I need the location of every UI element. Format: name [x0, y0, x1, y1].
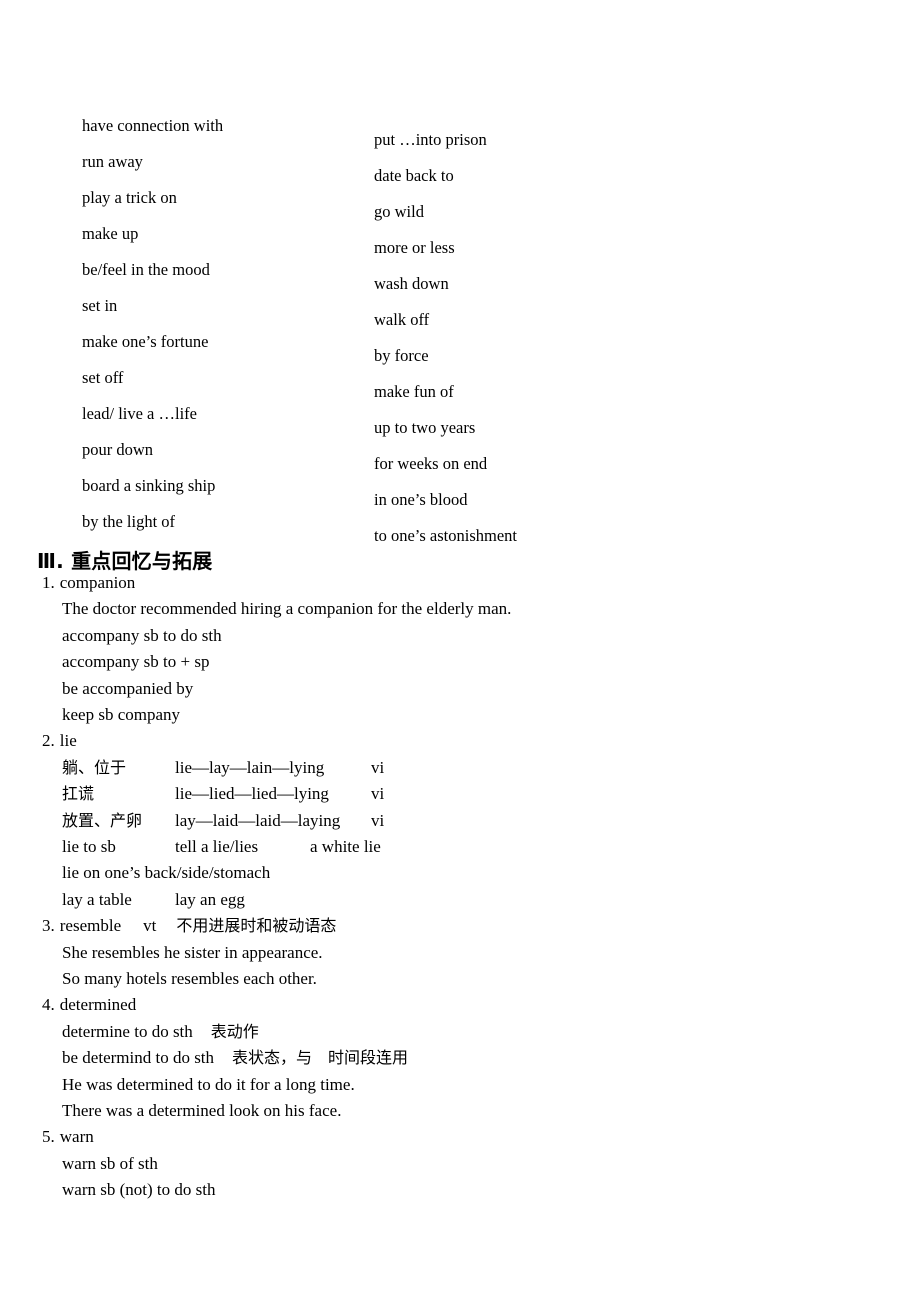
entry-lie: 2. lie 躺、位于 lie—lay—lain—lying vi 扛谎 lie—lie…	[0, 728, 920, 913]
usage-cell: lay an egg	[175, 889, 245, 909]
phrase-item: more or less	[374, 238, 455, 257]
entry-chinese-note: 不用进展时和被动语态	[176, 916, 337, 936]
entry-title: 2. lie	[0, 728, 920, 754]
phrase-item: make fun of	[374, 382, 454, 401]
phrase-item: set in	[82, 296, 118, 315]
phrase-list-right-column: put …into prison date back to go wild mo…	[374, 108, 674, 554]
phrase-list: have connection with run away play a tri…	[0, 108, 920, 548]
phrase-item: wash down	[374, 274, 449, 293]
phrase-item: to one’s astonishment	[374, 526, 517, 545]
entry-warn: 5. warn warn sb of sth warn sb (not) to d…	[0, 1124, 920, 1203]
entry-chinese-note: 表动作	[210, 1021, 259, 1041]
entry-line: determine to do sth 表动作	[0, 1019, 920, 1045]
phrase-item: run away	[82, 152, 143, 171]
conjugation-meaning: 扛谎	[62, 784, 95, 804]
phrase-item: play a trick on	[82, 188, 177, 207]
entry-line: He was determined to do it for a long ti…	[62, 1074, 355, 1094]
entry-line: There was a determined look on his face.	[62, 1101, 342, 1121]
phrase-item: lead/ live a …life	[82, 404, 197, 423]
entry-line: keep sb company	[62, 705, 181, 725]
conjugation-meaning: 躺、位于	[62, 757, 127, 777]
conjugation-pos: vi	[371, 757, 385, 777]
conjugation-row: 扛谎 lie—lied—lied—lying vi	[0, 781, 920, 807]
conjugation-pos: vi	[371, 784, 385, 804]
phrase-item: have connection with	[82, 116, 224, 135]
phrase-item: be/feel in the mood	[82, 260, 210, 279]
entry-line: The doctor recommended hiring a companio…	[62, 599, 512, 619]
entry-title: 5. warn	[0, 1124, 920, 1150]
phrase-item: for weeks on end	[374, 454, 488, 473]
usage-row: lie on one’s back/side/stomach	[62, 863, 271, 883]
phrase-item: put …into prison	[374, 130, 487, 149]
document-page: have connection with run away play a tri…	[0, 0, 920, 1302]
entry-line-text: be determind to do sth	[62, 1048, 215, 1068]
usage-row: lay a table lay an egg	[0, 887, 920, 913]
entry-number: 4.	[42, 995, 55, 1015]
phrase-item: set off	[82, 368, 124, 387]
conjugation-meaning: 放置、产卵	[62, 810, 143, 830]
conjugation-row: 躺、位于 lie—lay—lain—lying vi	[0, 755, 920, 781]
entry-chinese-note: 表状态，与 时间段连用	[232, 1048, 409, 1068]
entry-number: 1.	[42, 573, 55, 592]
phrase-item: walk off	[374, 310, 430, 329]
usage-cell: lie to sb	[62, 837, 116, 857]
entry-word: companion	[59, 573, 136, 592]
entry-line: be accompanied by	[62, 678, 194, 698]
phrase-list-left-column: have connection with run away play a tri…	[82, 108, 362, 540]
phrase-item: in one’s blood	[374, 490, 468, 509]
entry-title: 1. companion	[0, 570, 920, 596]
phrase-item: by the light of	[82, 512, 176, 531]
entry-line: be determind to do sth 表状态，与 时间段连用	[0, 1045, 920, 1071]
conjugation-forms: lie—lay—lain—lying	[175, 757, 325, 777]
entry-title: 4. determined	[0, 992, 920, 1018]
phrase-item: up to two years	[374, 418, 476, 437]
entry-determined: 4. determined determine to do sth 表动作 be d…	[0, 992, 920, 1124]
conjugation-forms: lie—lied—lied—lying	[175, 784, 329, 804]
entry-line: She resembles he sister in appearance.	[62, 942, 323, 962]
conjugation-row: 放置、产卵 lay—laid—laid—laying vi	[0, 808, 920, 834]
usage-cell: a white lie	[310, 837, 381, 857]
entry-companion: 1. companion The doctor recommended hirin…	[0, 570, 920, 728]
entry-number: 3.	[42, 916, 55, 936]
phrase-item: date back to	[374, 166, 454, 185]
entry-number: 2.	[42, 731, 55, 751]
phrase-item: make up	[82, 224, 139, 243]
entry-line: So many hotels resembles each other.	[62, 969, 317, 989]
entry-line: warn sb (not) to do sth	[62, 1180, 216, 1200]
entry-title: 3. resemble vt 不用进展时和被动语态	[0, 913, 920, 939]
entry-word: warn	[59, 1127, 94, 1147]
phrase-item: board a sinking ship	[82, 476, 216, 495]
entry-number: 5.	[42, 1127, 55, 1147]
entry-word: determined	[59, 995, 137, 1015]
entry-line-text: determine to do sth	[62, 1021, 193, 1041]
entry-pos: vt	[143, 916, 157, 936]
conjugation-forms: lay—laid—laid—laying	[175, 810, 341, 830]
usage-cell: tell a lie/lies	[175, 837, 259, 857]
conjugation-pos: vi	[371, 810, 385, 830]
entry-line: warn sb of sth	[62, 1153, 158, 1173]
phrase-item: pour down	[82, 440, 154, 459]
entry-word: resemble	[59, 916, 122, 936]
phrase-item: make one’s fortune	[82, 332, 209, 351]
usage-row: lie to sb tell a lie/lies a white lie	[0, 834, 920, 860]
phrase-item: go wild	[374, 202, 424, 221]
entry-list: 1. companion The doctor recommended hirin…	[0, 570, 920, 1204]
entry-line: accompany sb to + sp	[62, 652, 210, 672]
entry-resemble: 3. resemble vt 不用进展时和被动语态 She resembles he …	[0, 913, 920, 992]
usage-cell: lay a table	[62, 889, 132, 909]
phrase-item: by force	[374, 346, 429, 365]
entry-line: accompany sb to do sth	[62, 625, 222, 645]
entry-word: lie	[59, 731, 77, 751]
